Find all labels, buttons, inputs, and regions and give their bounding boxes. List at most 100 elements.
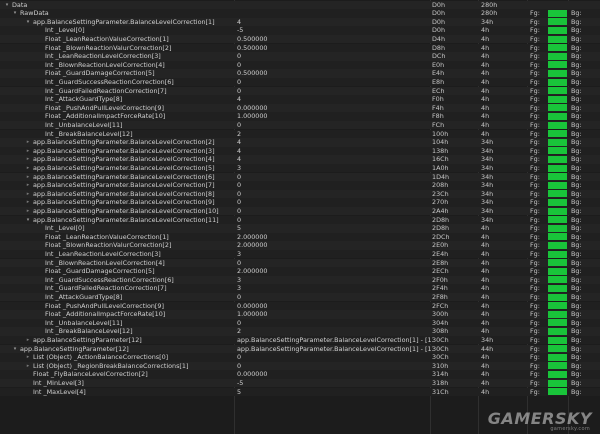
tree-row[interactable]: ▸ app.BalanceSettingParameter.BalanceLeve… bbox=[0, 146, 600, 156]
fg-color-swatch[interactable] bbox=[548, 293, 567, 301]
field-value[interactable]: 4 bbox=[237, 95, 433, 104]
field-value[interactable]: 3 bbox=[237, 250, 433, 259]
field-value[interactable]: 0.000000 bbox=[237, 370, 433, 379]
fg-color-swatch[interactable] bbox=[548, 216, 567, 224]
fg-color-swatch[interactable] bbox=[548, 27, 567, 35]
tree-row[interactable]: Int _BlownReactionLevelCorrection[4] 0 2E8… bbox=[0, 258, 600, 268]
fg-color-swatch[interactable] bbox=[548, 224, 567, 232]
field-value[interactable]: 0.500000 bbox=[237, 35, 433, 44]
fg-color-swatch[interactable] bbox=[548, 44, 567, 52]
collapse-arrow-icon[interactable]: ▸ bbox=[25, 155, 31, 164]
field-value[interactable]: 0 bbox=[237, 87, 433, 96]
field-value[interactable]: 0 bbox=[237, 121, 433, 130]
field-value[interactable]: 1.000000 bbox=[237, 310, 433, 319]
expand-arrow-icon[interactable]: ▾ bbox=[12, 9, 18, 18]
field-value[interactable]: 0.000000 bbox=[237, 104, 433, 113]
fg-color-swatch[interactable] bbox=[548, 285, 567, 293]
tree-row[interactable]: Float _BlownReactionValurCorrection[2] 2.… bbox=[0, 241, 600, 250]
collapse-arrow-icon[interactable]: ▸ bbox=[25, 173, 31, 182]
fg-color-swatch[interactable] bbox=[548, 164, 567, 172]
fg-color-swatch[interactable] bbox=[548, 259, 567, 267]
collapse-arrow-icon[interactable]: ▸ bbox=[25, 353, 31, 362]
fg-color-swatch[interactable] bbox=[548, 181, 567, 189]
tree-row[interactable]: Float _LeanReactionValueCorrection[1] 0.5… bbox=[0, 34, 600, 44]
tree-row[interactable]: Float _FlyBalanceLevelCorrection[2] 0.000… bbox=[0, 370, 600, 379]
fg-color-swatch[interactable] bbox=[548, 328, 567, 336]
fg-color-swatch[interactable] bbox=[548, 190, 567, 198]
tree-row[interactable]: ▾ app.BalanceSettingParameter.BalanceLeve… bbox=[0, 17, 600, 27]
field-value[interactable]: 0 bbox=[237, 259, 433, 268]
fg-color-swatch[interactable] bbox=[548, 242, 567, 250]
tree-row[interactable]: Int _LeanReactionLevelCorrection[3] 3 2E4h… bbox=[0, 249, 600, 259]
tree-row[interactable]: Int _BreakBalanceLevel[12] 2 100h 4h Fg: Bg: bbox=[0, 129, 600, 139]
tree-row[interactable]: Float _GuardDamageCorrection[5] 2.000000 2… bbox=[0, 267, 600, 276]
fg-color-swatch[interactable] bbox=[548, 70, 567, 78]
fg-color-swatch[interactable] bbox=[548, 353, 567, 361]
fg-color-swatch[interactable] bbox=[548, 379, 567, 387]
field-value[interactable]: 2.000000 bbox=[237, 241, 433, 250]
fg-color-swatch[interactable] bbox=[548, 319, 567, 327]
fg-color-swatch[interactable] bbox=[548, 336, 567, 344]
fg-color-swatch[interactable] bbox=[548, 199, 567, 207]
tree-row[interactable]: Float _LeanReactionValueCorrection[1] 2.0… bbox=[0, 232, 600, 242]
field-value[interactable]: 0.000000 bbox=[237, 302, 433, 311]
tree-row[interactable]: Float _GuardDamageCorrection[5] 0.500000 E… bbox=[0, 69, 600, 78]
collapse-arrow-icon[interactable]: ▸ bbox=[25, 147, 31, 156]
tree-row[interactable]: ▾ app.BalanceSettingParameter.BalanceLeve… bbox=[0, 215, 600, 225]
fg-color-swatch[interactable] bbox=[548, 121, 567, 129]
tree-row[interactable]: ▸ app.BalanceSettingParameter.BalanceLeve… bbox=[0, 172, 600, 182]
expand-arrow-icon[interactable]: ▾ bbox=[25, 18, 31, 27]
field-value[interactable]: 0 bbox=[237, 181, 433, 190]
collapse-arrow-icon[interactable]: ▸ bbox=[25, 336, 31, 345]
tree-row[interactable]: ▸ app.BalanceSettingParameter.BalanceLeve… bbox=[0, 163, 600, 173]
tree-row[interactable]: ▸ app.BalanceSettingParameter.BalanceLeve… bbox=[0, 189, 600, 199]
field-value[interactable]: 0.500000 bbox=[237, 44, 433, 53]
tree-row[interactable]: Int _AttackGuardType[8] 4 F0h 4h Fg: Bg: bbox=[0, 95, 600, 104]
fg-color-swatch[interactable] bbox=[548, 138, 567, 146]
collapse-arrow-icon[interactable]: ▸ bbox=[25, 190, 31, 199]
tree-row[interactable]: Int _UnbalanceLevel[11] 0 304h 4h Fg: Bg: bbox=[0, 318, 600, 328]
field-value[interactable]: 0 bbox=[237, 78, 433, 87]
field-value[interactable]: 3 bbox=[237, 284, 433, 293]
tree-row[interactable]: ▸ app.BalanceSettingParameter.BalanceLeve… bbox=[0, 181, 600, 190]
tree-row[interactable]: Int _GuardSuccessReactionCorrection[6] 3 2… bbox=[0, 275, 600, 285]
field-value[interactable]: 0 bbox=[237, 207, 433, 216]
fg-color-swatch[interactable] bbox=[548, 35, 567, 43]
fg-color-swatch[interactable] bbox=[548, 156, 567, 164]
field-value[interactable]: 4 bbox=[237, 147, 433, 156]
expand-arrow-icon[interactable]: ▾ bbox=[25, 216, 31, 225]
tree-row[interactable]: ▸ app.BalanceSettingParameter.BalanceLeve… bbox=[0, 206, 600, 216]
tree-row[interactable]: Int _AttackGuardType[8] 0 2F8h 4h Fg: Bg: bbox=[0, 292, 600, 302]
field-value[interactable]: 4 bbox=[237, 155, 433, 164]
fg-color-swatch[interactable] bbox=[548, 388, 567, 396]
tree-row[interactable]: Float _BlownReactionValurCorrection[2] 0.… bbox=[0, 43, 600, 53]
tree-row[interactable]: Int _GuardSuccessReactionCorrection[6] 0 E… bbox=[0, 77, 600, 87]
collapse-arrow-icon[interactable]: ▸ bbox=[25, 164, 31, 173]
field-value[interactable]: 3 bbox=[237, 164, 433, 173]
fg-color-swatch[interactable] bbox=[548, 276, 567, 284]
field-value[interactable]: 0 bbox=[237, 198, 433, 207]
field-value[interactable]: 0 bbox=[237, 173, 433, 182]
fg-color-swatch[interactable] bbox=[548, 104, 567, 112]
field-value[interactable]: 0 bbox=[237, 52, 433, 61]
fg-color-swatch[interactable] bbox=[548, 302, 567, 310]
tree-row[interactable]: Int _MaxLevel[4] 5 31Ch 4h Fg: Bg: bbox=[0, 387, 600, 397]
tree-row[interactable]: ▸ app.BalanceSettingParameter.BalanceLeve… bbox=[0, 155, 600, 164]
tree-row[interactable]: ▸ List (Object) _RegionBreakBalanceCorrec… bbox=[0, 361, 600, 371]
field-value[interactable]: 2.000000 bbox=[237, 267, 433, 276]
collapse-arrow-icon[interactable]: ▸ bbox=[25, 198, 31, 207]
field-value[interactable]: -5 bbox=[237, 26, 433, 35]
collapse-arrow-icon[interactable]: ▸ bbox=[25, 181, 31, 190]
fg-color-swatch[interactable] bbox=[548, 345, 567, 353]
fg-color-swatch[interactable] bbox=[548, 310, 567, 318]
field-value[interactable]: 0 bbox=[237, 216, 433, 225]
tree-row[interactable]: Int _Level[0] 5 2D8h 4h Fg: Bg: bbox=[0, 224, 600, 233]
tree-row[interactable]: Float _AdditionalImpactForceRate[10] 1.00… bbox=[0, 112, 600, 121]
field-value[interactable]: 0 bbox=[237, 353, 433, 362]
fg-color-swatch[interactable] bbox=[548, 371, 567, 379]
fg-color-swatch[interactable] bbox=[548, 95, 567, 103]
fg-color-swatch[interactable] bbox=[548, 52, 567, 60]
field-value[interactable]: app.BalanceSettingParameter.BalanceLevel… bbox=[237, 336, 433, 345]
field-value[interactable]: 0.500000 bbox=[237, 69, 433, 78]
tree-row[interactable]: ▸ app.BalanceSettingParameter.BalanceLeve… bbox=[0, 198, 600, 207]
